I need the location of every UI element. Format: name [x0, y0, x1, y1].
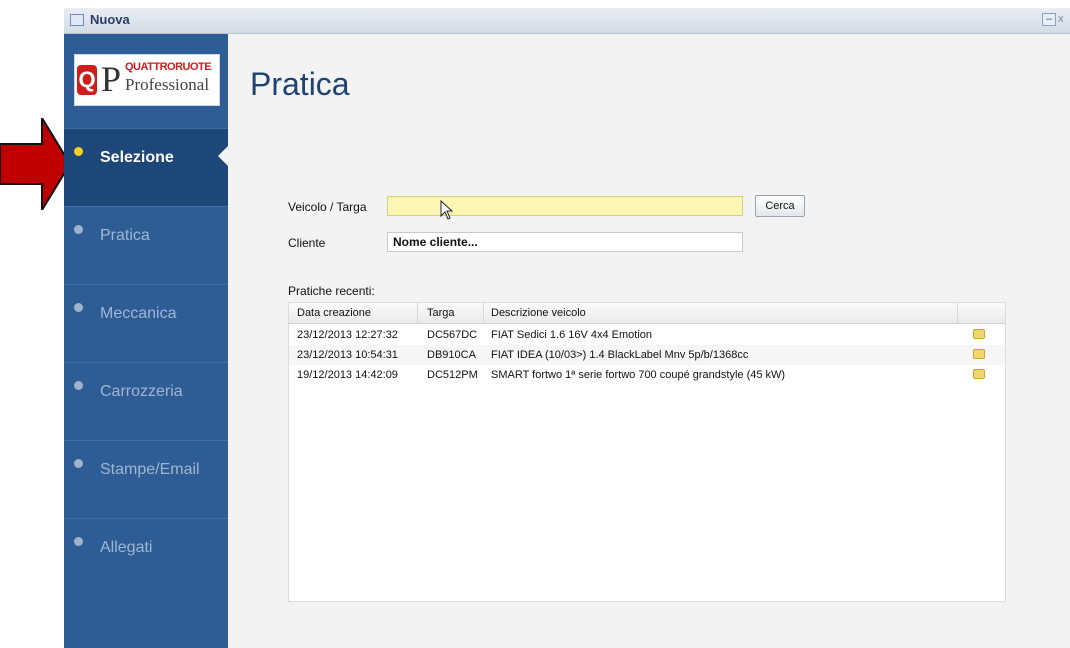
status-dot-icon [74, 147, 83, 156]
table-header: Data creazione Targa Descrizione veicolo [289, 303, 1005, 324]
sidebar-item-selezione[interactable]: Selezione [64, 128, 228, 206]
status-dot-icon [74, 381, 83, 390]
recent-records-table: Data creazione Targa Descrizione veicolo… [288, 302, 1006, 602]
page-title: Pratica [250, 66, 350, 102]
sidebar-item-pratica[interactable]: Pratica [64, 206, 228, 284]
cell-description: FIAT IDEA (10/03>) 1.4 BlackLabel Mnv 5p… [491, 349, 749, 361]
status-dot-icon [74, 537, 83, 546]
logo-sub: Professional [125, 75, 210, 94]
open-folder-icon[interactable] [973, 369, 985, 379]
table-row[interactable]: 19/12/2013 14:42:09 DC512PM SMART fortwo… [289, 365, 1005, 385]
cell-plate: DC512PM [427, 369, 478, 381]
sidebar-item-label: Stampe/Email [100, 461, 200, 478]
sidebar-item-meccanica[interactable]: Meccanica [64, 284, 228, 362]
sidebar-item-stampe-email[interactable]: Stampe/Email [64, 440, 228, 518]
cell-plate: DC567DC [427, 329, 478, 341]
close-button[interactable]: x [1058, 13, 1070, 26]
red-arrow-annotation [0, 118, 70, 210]
status-dot-icon [74, 303, 83, 312]
table-row[interactable]: 23/12/2013 12:27:32 DC567DC FIAT Sedici … [289, 325, 1005, 345]
sidebar-item-label: Pratica [100, 227, 150, 244]
sidebar-item-label: Carrozzeria [100, 383, 183, 400]
active-pointer-icon [218, 146, 228, 166]
sidebar: Q P QUATTRORUOTE Professional Selezione … [64, 34, 228, 648]
logo-brand: QUATTRORUOTE [125, 61, 212, 73]
pratiche-recenti-label: Pratiche recenti: [288, 284, 375, 298]
logo-q: Q [77, 65, 97, 95]
cell-date: 23/12/2013 10:54:31 [297, 349, 398, 361]
status-dot-icon [74, 225, 83, 234]
sidebar-item-allegati[interactable]: Allegati [64, 518, 228, 596]
quattroruote-professional-logo: Q P QUATTRORUOTE Professional [74, 54, 220, 106]
column-divider [417, 303, 418, 323]
minimize-button[interactable]: – [1042, 13, 1056, 26]
logo-p: P [101, 59, 122, 99]
cell-description: SMART fortwo 1ª serie fortwo 700 coupé g… [491, 369, 786, 381]
cliente-input[interactable]: Nome cliente... [387, 232, 743, 252]
column-header-targa[interactable]: Targa [427, 303, 455, 323]
column-header-data[interactable]: Data creazione [297, 303, 371, 323]
cliente-label: Cliente [288, 236, 326, 250]
open-folder-icon[interactable] [973, 349, 985, 359]
sidebar-item-label: Meccanica [100, 305, 177, 322]
veicolo-targa-label: Veicolo / Targa [288, 200, 367, 214]
column-divider [957, 303, 958, 323]
window-icon [70, 14, 84, 26]
sidebar-item-label: Allegati [100, 539, 153, 556]
title-bar: Nuova – x [64, 8, 1070, 34]
cell-date: 19/12/2013 14:42:09 [297, 369, 398, 381]
open-folder-icon[interactable] [973, 329, 985, 339]
cerca-button[interactable]: Cerca [755, 195, 805, 217]
mouse-cursor-icon [440, 200, 454, 220]
sidebar-item-label: Selezione [100, 149, 174, 166]
sidebar-item-carrozzeria[interactable]: Carrozzeria [64, 362, 228, 440]
window-title: Nuova [90, 12, 130, 27]
application-window: Nuova – x Q P QUATTRORUOTE Professional … [64, 8, 1070, 648]
column-header-descrizione[interactable]: Descrizione veicolo [491, 303, 586, 323]
status-dot-icon [74, 459, 83, 468]
cell-date: 23/12/2013 12:27:32 [297, 329, 398, 341]
table-row[interactable]: 23/12/2013 10:54:31 DB910CA FIAT IDEA (1… [289, 345, 1005, 365]
column-divider [483, 303, 484, 323]
cell-description: FIAT Sedici 1.6 16V 4x4 Emotion [491, 329, 653, 341]
cell-plate: DB910CA [427, 349, 476, 361]
